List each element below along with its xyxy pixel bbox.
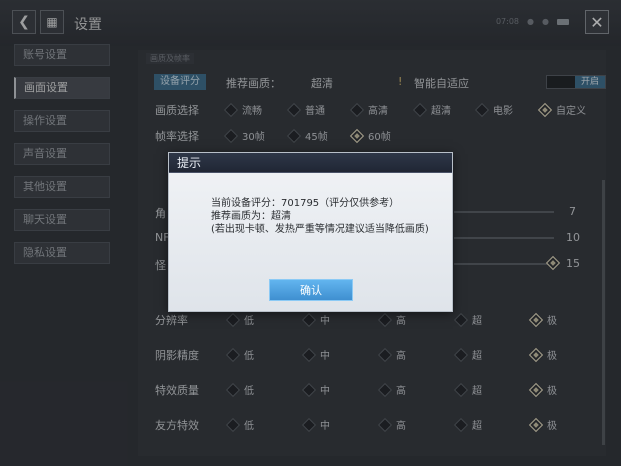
dialog-line-hint: (若出现卡顿、发热严重等情况建议适当降低画质) — [211, 224, 429, 235]
tip-dialog: 提示 当前设备评分：701795（评分仅供参考） 推荐画质为：超清 (若出现卡顿… — [168, 152, 453, 312]
confirm-button[interactable]: 确认 — [269, 279, 353, 301]
dialog-title: 提示 — [169, 153, 452, 173]
dialog-line-score: 当前设备评分：701795（评分仅供参考） — [211, 198, 400, 209]
dialog-message: 当前设备评分：701795（评分仅供参考） 推荐画质为：超清 (若出现卡顿、发热… — [211, 197, 429, 236]
dialog-line-recommended: 推荐画质为：超清 — [211, 211, 291, 222]
